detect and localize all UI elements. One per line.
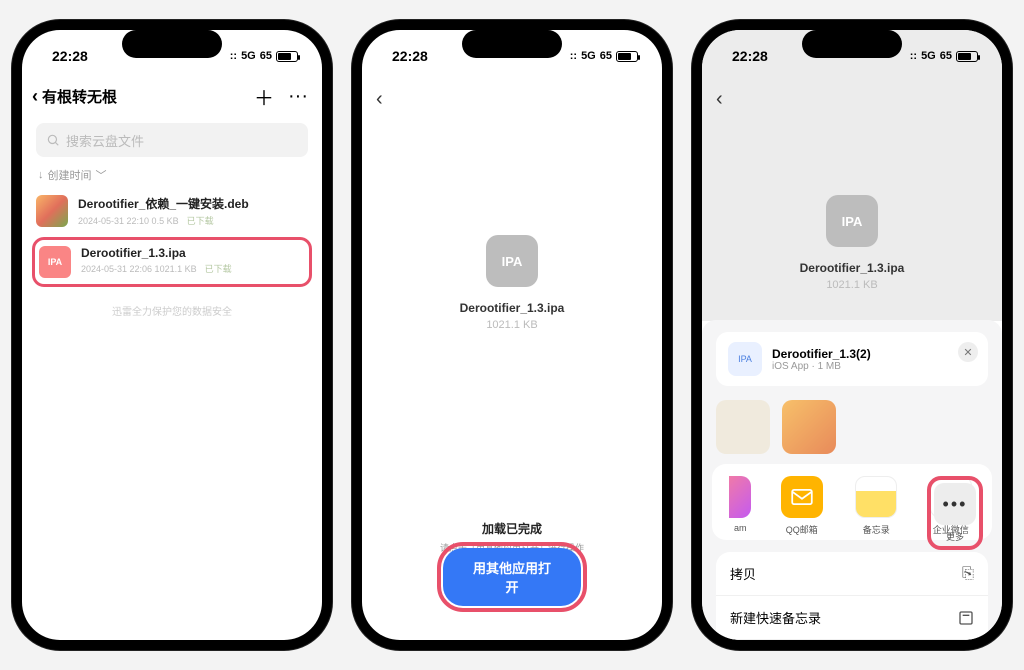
notch bbox=[462, 30, 562, 58]
app-doc-icon: IPA bbox=[728, 342, 762, 376]
mail-icon bbox=[781, 476, 823, 518]
sort-selector[interactable]: ↓ 创建时间 ﹀ bbox=[22, 167, 322, 189]
highlighted-more: ••• 更多 bbox=[927, 476, 983, 550]
back-button[interactable]: ‹ bbox=[362, 78, 662, 115]
open-with-button[interactable]: 用其他应用打开 bbox=[443, 548, 581, 606]
more-icon[interactable]: ··· bbox=[288, 85, 308, 108]
search-placeholder: 搜索云盘文件 bbox=[66, 131, 144, 150]
search-icon bbox=[46, 133, 60, 147]
highlighted-file: IPA Derootifier_1.3.ipa 2024-05-31 22:06… bbox=[32, 237, 312, 287]
share-subtitle: iOS App · 1 MB bbox=[772, 361, 871, 372]
preview-filename: Derootifier_1.3.ipa bbox=[460, 301, 565, 315]
more-icon: ••• bbox=[934, 483, 976, 525]
airdrop-contacts bbox=[716, 386, 988, 464]
search-input[interactable]: 搜索云盘文件 bbox=[36, 123, 308, 157]
share-app-notes[interactable]: 备忘录 bbox=[849, 476, 903, 536]
screen-preview: 22:28 ::5G65 ‹ IPA Derootifier_1.3.ipa 1… bbox=[362, 30, 662, 640]
sort-arrow-icon: ↓ bbox=[38, 169, 44, 181]
notes-icon bbox=[855, 476, 897, 518]
ipa-badge-icon: IPA bbox=[826, 195, 878, 247]
contact-avatar[interactable] bbox=[782, 400, 836, 454]
action-copy[interactable]: 拷贝 ⎘ bbox=[716, 552, 988, 596]
deb-file-icon bbox=[36, 195, 68, 227]
status-time: 22:28 bbox=[52, 48, 88, 64]
file-name: Derootifier_依赖_一键安装.deb bbox=[78, 195, 308, 212]
copy-icon: ⎘ bbox=[962, 565, 974, 582]
file-preview: IPA Derootifier_1.3.ipa 1021.1 KB bbox=[362, 115, 662, 331]
phone-2: 22:28 ::5G65 ‹ IPA Derootifier_1.3.ipa 1… bbox=[352, 20, 672, 650]
contact-avatar[interactable] bbox=[716, 400, 770, 454]
share-actions: 拷贝 ⎘ 新建快速备忘录 存储到"文件" bbox=[716, 552, 988, 640]
share-apps: am QQ邮箱 备忘录 企业微信 bbox=[712, 464, 992, 540]
ipa-badge-icon: IPA bbox=[486, 235, 538, 287]
share-app-partial[interactable]: am bbox=[726, 476, 754, 533]
preview-filesize: 1021.1 KB bbox=[826, 279, 877, 291]
status-right: :: 5G 65 bbox=[230, 50, 298, 62]
preview-filename: Derootifier_1.3.ipa bbox=[800, 261, 905, 275]
back-button[interactable]: ‹ bbox=[702, 78, 1002, 115]
share-filename: Derootifier_1.3(2) bbox=[772, 347, 871, 361]
share-app-more[interactable]: ••• 更多 bbox=[934, 483, 976, 543]
file-preview: IPA Derootifier_1.3.ipa 1021.1 KB bbox=[702, 115, 1002, 321]
chevron-down-icon: ﹀ bbox=[96, 167, 107, 183]
status-time: 22:28 bbox=[732, 48, 768, 64]
page-title: 有根转无根 bbox=[42, 86, 117, 107]
nav-bar: ‹ 有根转无根 ＋ ··· bbox=[22, 78, 322, 119]
add-button[interactable]: ＋ bbox=[254, 82, 274, 111]
close-icon[interactable]: ✕ bbox=[958, 342, 978, 362]
notch bbox=[122, 30, 222, 58]
file-row[interactable]: Derootifier_依赖_一键安装.deb 2024-05-31 22:10… bbox=[22, 189, 322, 233]
note-icon bbox=[958, 610, 974, 626]
highlighted-open: 用其他应用打开 bbox=[437, 542, 587, 612]
security-footnote: 迅雷全力保护您的数据安全 bbox=[22, 303, 322, 318]
screen-share: 22:28 ::5G65 ‹ IPA Derootifier_1.3.ipa 1… bbox=[702, 30, 1002, 640]
notch bbox=[802, 30, 902, 58]
share-app-qqmail[interactable]: QQ邮箱 bbox=[775, 476, 829, 536]
phone-3: 22:28 ::5G65 ‹ IPA Derootifier_1.3.ipa 1… bbox=[692, 20, 1012, 650]
action-quicknote[interactable]: 新建快速备忘录 bbox=[716, 596, 988, 640]
app-icon bbox=[729, 476, 751, 518]
share-header: IPA Derootifier_1.3(2) iOS App · 1 MB ✕ bbox=[716, 332, 988, 386]
share-sheet: IPA Derootifier_1.3(2) iOS App · 1 MB ✕ … bbox=[702, 320, 1002, 640]
file-row[interactable]: IPA Derootifier_1.3.ipa 2024-05-31 22:06… bbox=[39, 244, 305, 280]
screen-files: 22:28 :: 5G 65 ‹ 有根转无根 ＋ ··· 搜索云盘文件 ↓ bbox=[22, 30, 322, 640]
nav-back-title[interactable]: ‹ 有根转无根 bbox=[32, 86, 117, 107]
phone-1: 22:28 :: 5G 65 ‹ 有根转无根 ＋ ··· 搜索云盘文件 ↓ bbox=[12, 20, 332, 650]
ipa-file-icon: IPA bbox=[39, 246, 71, 278]
status-time: 22:28 bbox=[392, 48, 428, 64]
preview-filesize: 1021.1 KB bbox=[486, 319, 537, 331]
chevron-left-icon: ‹ bbox=[32, 86, 38, 107]
file-name: Derootifier_1.3.ipa bbox=[81, 246, 305, 260]
